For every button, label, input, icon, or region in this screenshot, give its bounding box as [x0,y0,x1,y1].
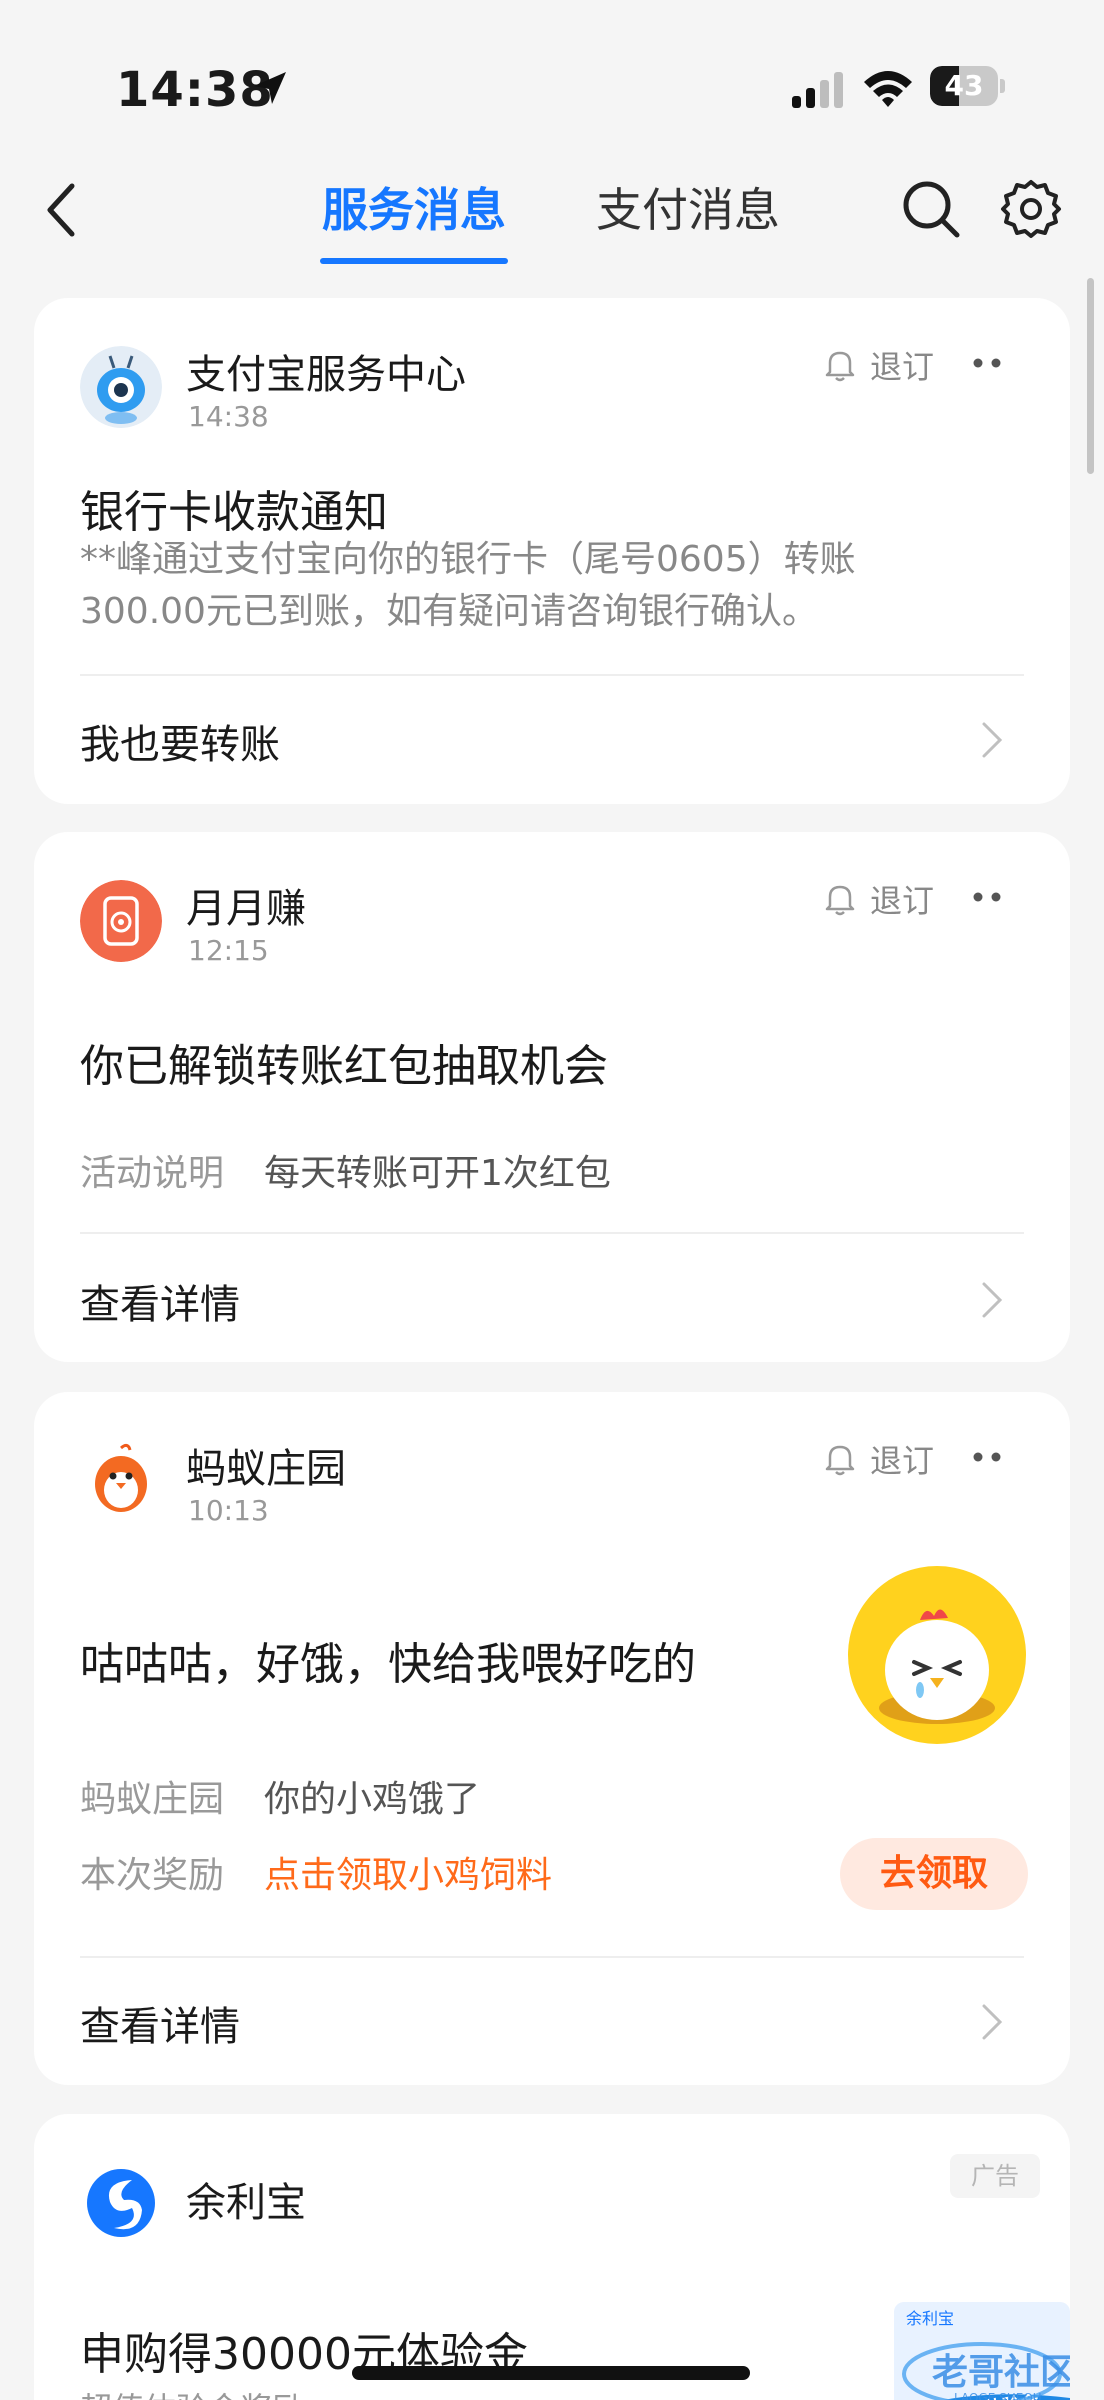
divider [80,1956,1024,1958]
farm-label: 蚂蚁庄园 [80,1779,225,1820]
sender-name: 蚂蚁庄园 [186,1446,346,1492]
more-icon[interactable] [972,356,1002,370]
active-tab-indicator [320,258,508,264]
message-time: 10:13 [188,1494,269,1527]
sender-name: 月月赚 [186,886,306,932]
message-headline: 咕咕咕，好饿，快给我喂好吃的 [80,1639,696,1690]
divider [80,674,1024,676]
ad-badge[interactable]: 广告 [950,2154,1040,2198]
battery-level: 43 [944,69,984,102]
watermark-line1: 老哥社区 [932,2352,1070,2393]
unsubscribe-button[interactable]: 退订 [824,342,934,388]
chick-image [848,1566,1026,1744]
message-card: 月月赚 12:15 退订 你已解锁转账红包抽取机会 活动说明 每天转账可开1次红… [34,832,1070,1362]
gear-icon[interactable] [1000,178,1062,240]
location-arrow-icon [254,72,286,104]
message-time: 12:15 [188,934,269,967]
search-icon[interactable] [900,178,962,240]
reward-value[interactable]: 点击领取小鸡饲料 [264,1846,552,1898]
message-card: 支付宝服务中心 14:38 退订 银行卡收款通知 **峰通过支付宝向你的银行卡（… [34,298,1070,804]
battery-indicator: 43 [930,66,1005,106]
divider [80,1232,1024,1234]
bell-icon [825,1445,855,1476]
tab-payment-messages[interactable]: 支付消息 [596,180,780,240]
message-time: 14:38 [188,400,269,433]
avatar [80,346,162,428]
sender-name: 支付宝服务中心 [186,352,466,398]
scrollbar[interactable] [1087,278,1094,474]
claim-reward-button[interactable]: 去领取 [840,1838,1028,1910]
message-headline: 银行卡收款通知 [80,487,388,538]
more-icon[interactable] [972,1450,1002,1464]
transfer-action-link[interactable]: 我也要转账 [80,712,280,770]
chevron-right-icon [982,2004,1003,2040]
bell-icon [825,885,855,916]
activity-label: 活动说明 [80,1153,225,1194]
status-bar: 14:38 43 [0,0,1104,150]
sender-name: 余利宝 [186,2180,306,2226]
farm-value: 你的小鸡饿了 [264,1779,481,1820]
avatar [80,1440,162,1522]
tab-service-messages[interactable]: 服务消息 [322,180,506,240]
ad-description: 超值体验金奖励 [80,2384,304,2400]
view-details-link[interactable]: 查看详情 [80,1272,240,1330]
chevron-right-icon [982,1282,1003,1318]
view-details-link[interactable]: 查看详情 [80,1994,240,2052]
watermark-line2: LAOGE SHEQU [954,2391,1042,2400]
chevron-right-icon [982,722,1003,758]
unsubscribe-button[interactable]: 退订 [824,1436,934,1482]
more-icon[interactable] [972,890,1002,904]
watermark-logo: 老哥社区 LAOGE SHEQU [854,2288,1076,2400]
unsubscribe-label: 退订 [870,1442,935,1480]
wifi-icon [864,71,912,107]
message-headline: 你已解锁转账红包抽取机会 [80,1041,608,1092]
bell-icon [825,351,855,382]
message-description: **峰通过支付宝向你的银行卡（尾号0605）转账300.00元已到账，如有疑问请… [80,539,856,632]
avatar [80,2162,162,2244]
avatar [80,880,162,962]
unsubscribe-button[interactable]: 退订 [824,876,934,922]
activity-value: 每天转账可开1次红包 [264,1153,611,1194]
unsubscribe-label: 退订 [870,348,935,386]
home-indicator[interactable] [352,2366,750,2380]
back-arrow-icon[interactable] [40,180,84,240]
top-navigation: 服务消息 支付消息 [0,150,1104,280]
message-card: 蚂蚁庄园 10:13 退订 咕咕咕，好饿，快给我喂好吃的 蚂蚁庄园 你的小鸡饿了… [34,1392,1070,2085]
reward-label: 本次奖励 [80,1855,225,1896]
unsubscribe-label: 退订 [870,882,935,920]
cellular-signal-icon [792,72,843,108]
ad-card[interactable]: 余利宝 广告 申购得30000元体验金 超值体验金奖励 余利宝 30000元体验… [34,2114,1076,2400]
